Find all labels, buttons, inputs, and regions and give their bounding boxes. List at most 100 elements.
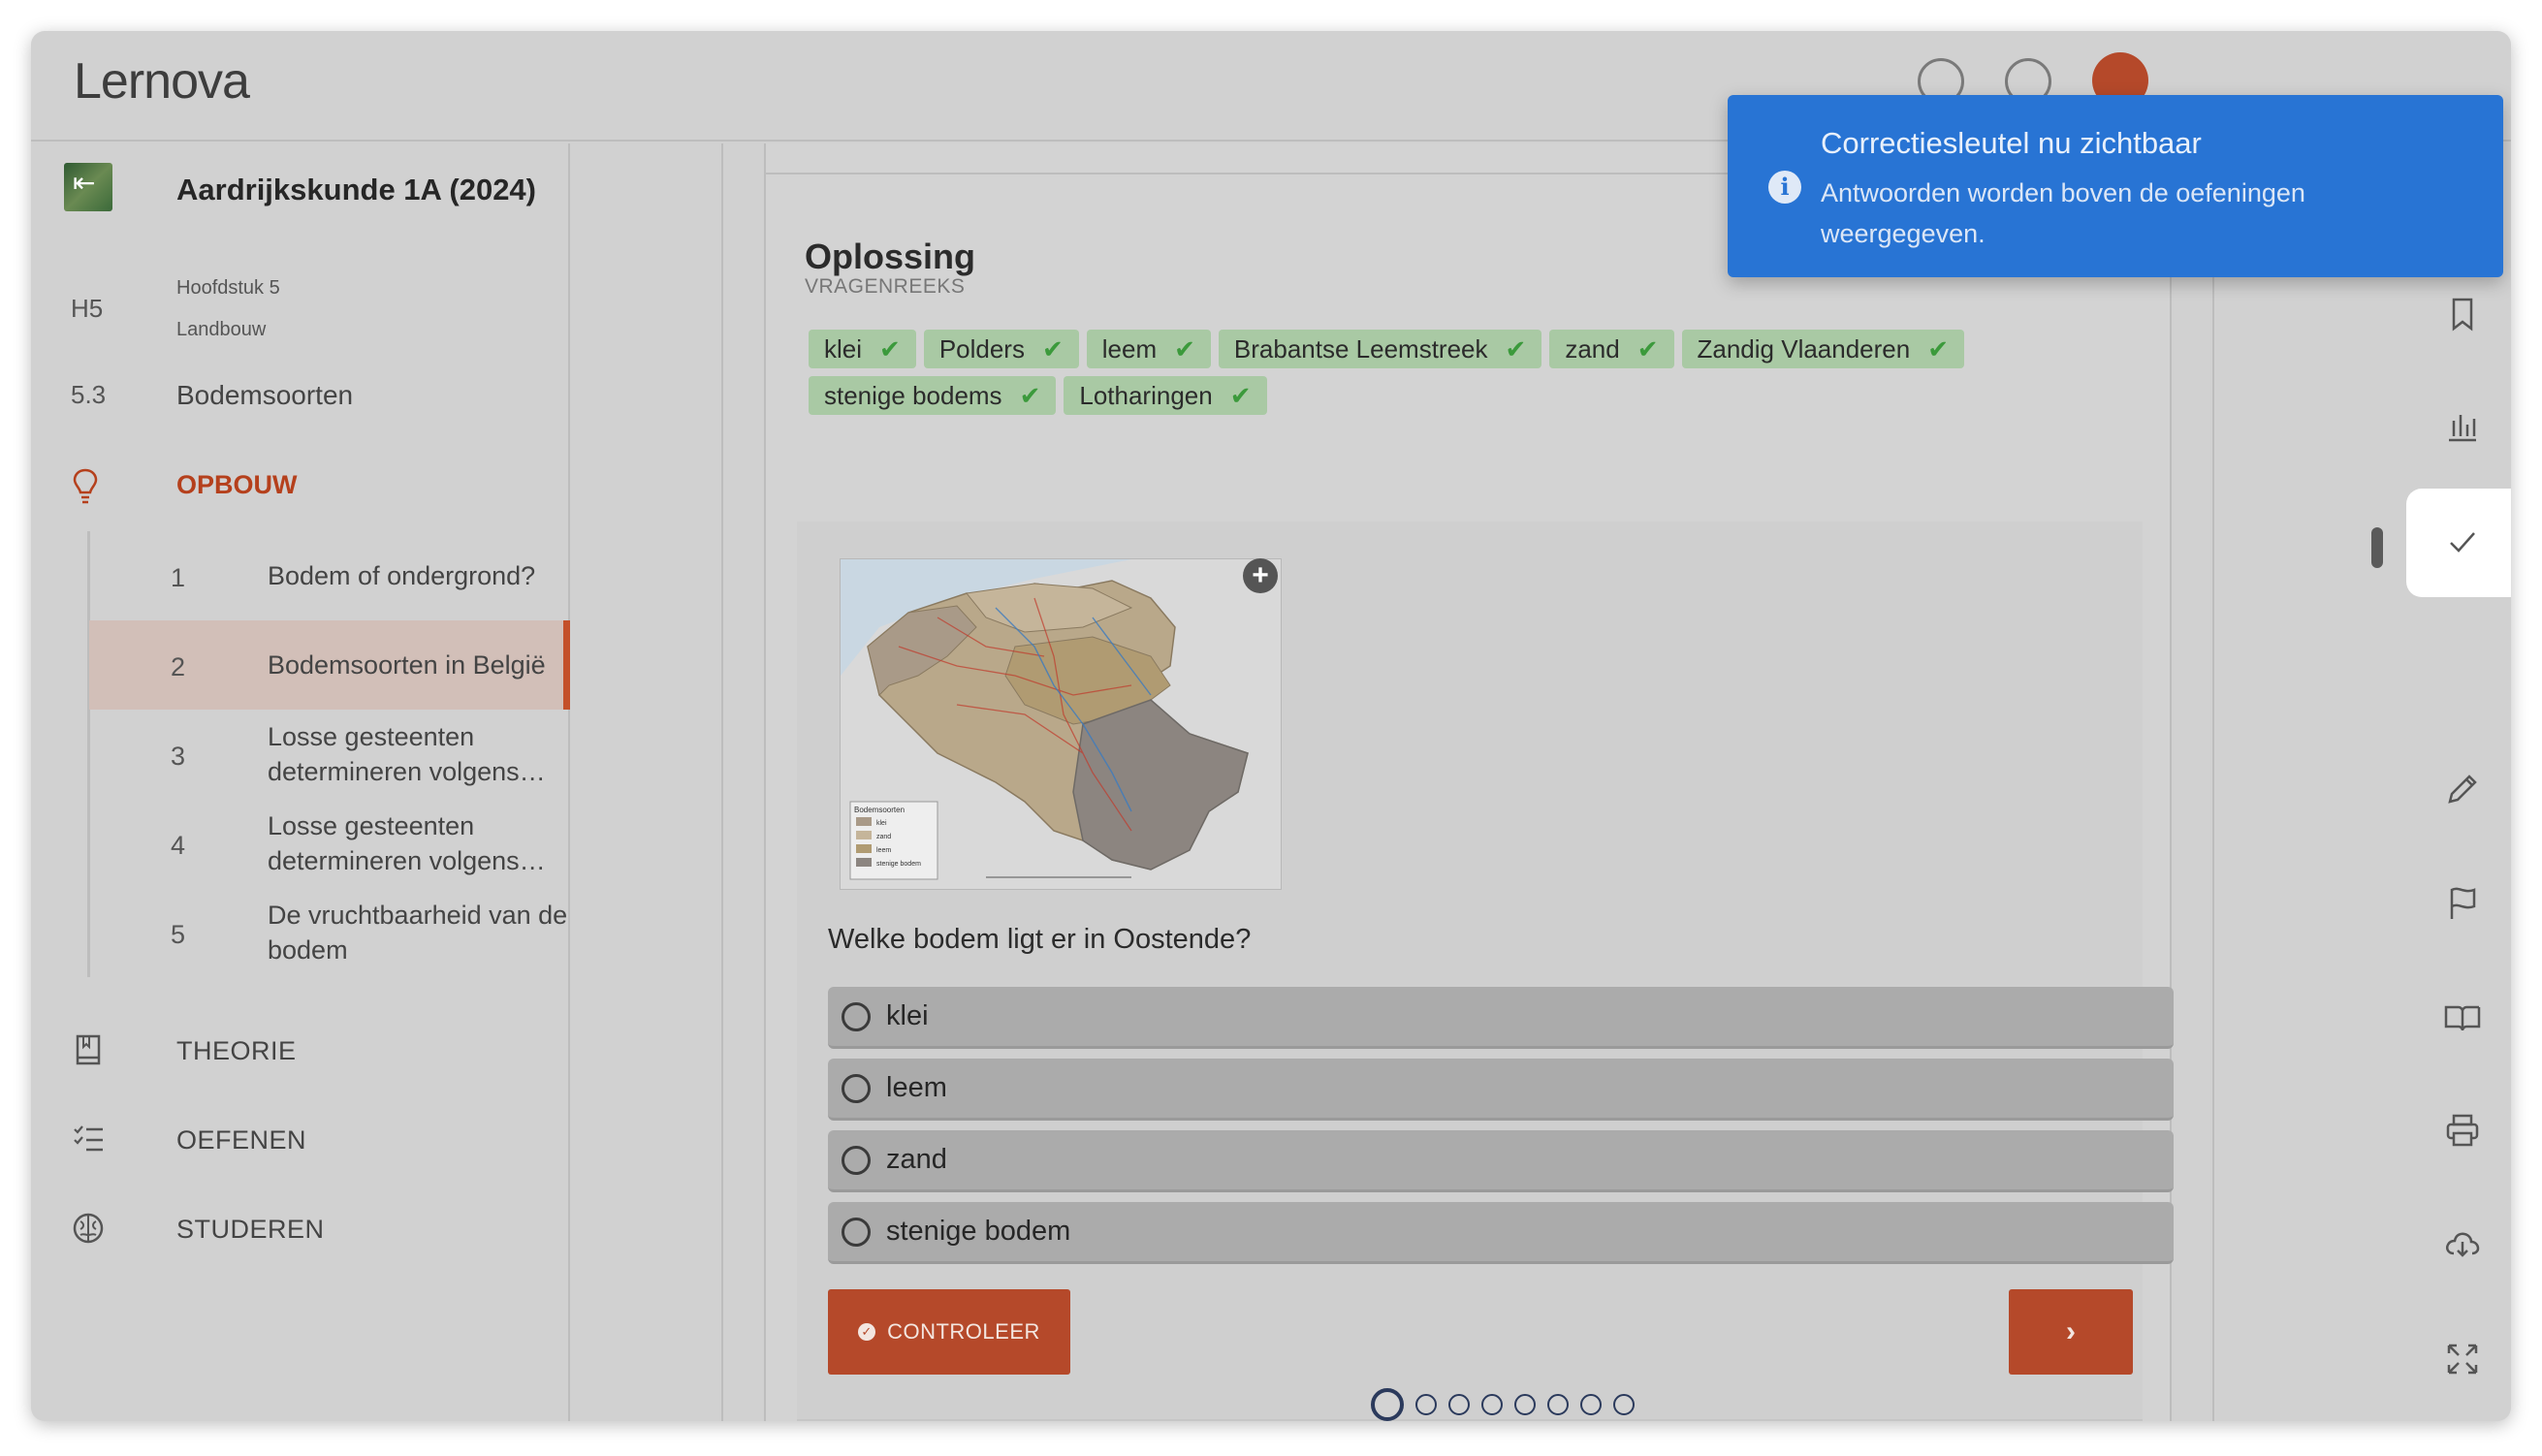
scrollbar-handle[interactable] [2371,527,2383,568]
section-title[interactable]: Bodemsoorten [176,380,353,411]
checklist-icon [74,1125,103,1152]
app-window: Lernova ⇤ Aardrijkskunde 1A (2024) H5 Ho… [31,31,2511,1421]
answer-chips: klei ✔ Polders ✔ leem ✔ Brabantse Leemstree… [809,330,2069,415]
sub-item-label: Bodem of ondergrond? [268,561,536,590]
map-legend-item: stenige bodem [876,861,921,868]
book-icon [76,1034,101,1065]
chapter-name: Landbouw [176,319,267,340]
open-book-icon[interactable] [2441,997,2484,1039]
section-code: 5.3 [71,380,107,409]
pagination-dot[interactable] [1514,1394,1536,1415]
right-toolbar [2366,143,2511,1421]
expand-icon[interactable] [2441,1338,2484,1380]
option-leem[interactable]: leem [828,1059,2174,1121]
pagination-dot[interactable] [1547,1394,1569,1415]
logo[interactable]: Lernova [74,52,250,111]
check-circle-icon: ✓ [858,1323,876,1341]
map-legend-title: Bodemsoorten [854,806,905,814]
course-header[interactable]: ⇤ Aardrijkskunde 1A (2024) [31,143,570,237]
zoom-in-icon[interactable]: + [1243,558,1278,593]
toast-body: Antwoorden worden boven de oefeningen we… [1821,178,2305,248]
chapter-code: H5 [71,294,104,323]
sub-item-number: 2 [171,652,186,681]
check-icon: ✔ [1019,380,1041,410]
nav-oefenen[interactable]: OEFENEN [31,1111,570,1169]
check-icon: ✔ [1229,380,1252,410]
belgium-soil-map[interactable]: Bodemsoorten klei zand leem stenige bode… [840,558,1282,890]
option-zand[interactable]: zand [828,1130,2174,1192]
check-icon: ✔ [879,333,901,364]
chip-label: leem [1101,333,1158,364]
map-legend-item: klei [876,820,887,827]
cloud-download-icon[interactable] [2441,1223,2484,1266]
chip-label: zand [1565,333,1620,364]
chip-label: Lotharingen [1079,380,1213,410]
chevron-right-icon: › [2066,1315,2076,1347]
answer-chip: Zandig Vlaanderen ✔ [1681,330,1965,368]
bookmark-icon[interactable] [2441,293,2484,335]
solution-subtitle: VRAGENREEKS [805,275,966,298]
option-label: stenige bodem [886,1216,1071,1247]
sub-item-label: De vruchtbaarheid van de bodem [268,901,568,965]
check-icon[interactable] [2441,522,2484,564]
sub-item-1[interactable]: 1 Bodem of ondergrond? [89,531,570,620]
option-klei[interactable]: klei [828,987,2174,1049]
toast-notification[interactable]: i Correctiesleutel nu zichtbaar Antwoord… [1728,95,2503,277]
nav-label: STUDEREN [176,1215,325,1244]
opbouw-label[interactable]: OPBOUW [176,470,298,500]
pagination-dot[interactable] [1448,1394,1470,1415]
column-divider [2212,143,2214,1421]
printer-icon[interactable] [2441,1109,2484,1152]
info-icon: i [1768,171,1801,204]
answer-chip: Lotharingen ✔ [1064,376,1267,415]
chip-label: Polders [938,333,1025,364]
pagination-dot[interactable] [1481,1394,1503,1415]
question-text: Welke bodem ligt er in Oostende? [828,924,1252,955]
answer-chip: Brabantse Leemstreek ✔ [1218,330,1542,368]
sub-item-number: 4 [171,831,186,860]
map-legend-item: leem [876,847,891,854]
nav-label: OEFENEN [176,1125,307,1155]
chip-label: Zandig Vlaanderen [1697,333,1911,364]
toast-title: Correctiesleutel nu zichtbaar [1821,126,2202,160]
sub-item-label: Bodemsoorten in België [268,650,546,680]
pagination-dots [1371,1388,1635,1421]
pagination-dot[interactable] [1415,1394,1437,1415]
nav-studeren[interactable]: STUDEREN [31,1200,570,1258]
answer-chip: stenige bodems ✔ [809,376,1057,415]
answer-chip: klei ✔ [809,330,916,368]
sub-item-5[interactable]: 5 De vruchtbaarheid van de bodem [89,888,570,977]
pagination-dot[interactable] [1371,1388,1404,1421]
check-icon: ✔ [1927,333,1950,364]
option-stenige-bodem[interactable]: stenige bodem [828,1202,2174,1264]
chip-label: Brabantse Leemstreek [1233,333,1488,364]
pagination-dot[interactable] [1613,1394,1635,1415]
brain-icon [73,1213,104,1244]
check-icon: ✔ [1636,333,1659,364]
radio-icon [842,1146,871,1175]
course-title: Aardrijkskunde 1A (2024) [176,173,537,206]
flag-icon[interactable] [2441,882,2484,925]
option-label: klei [886,1000,929,1031]
sub-item-label: Losse gesteenten determineren volgens… [268,722,546,786]
sub-item-number: 5 [171,920,186,949]
sub-item-label: Losse gesteenten determineren volgens… [268,811,546,875]
sub-item-2-active[interactable]: 2 Bodemsoorten in België [89,620,570,710]
answer-chip: Polders ✔ [923,330,1079,368]
sub-item-4[interactable]: 4 Losse gesteenten determineren volgens… [89,799,570,888]
pagination-dot[interactable] [1580,1394,1602,1415]
back-to-course-icon[interactable]: ⇤ [64,163,112,211]
next-button[interactable]: › [2009,1289,2133,1375]
logo-text: Lernova [74,53,250,110]
check-button[interactable]: ✓ CONTROLEER [828,1289,1070,1375]
chart-icon[interactable] [2441,405,2484,448]
nav-theorie[interactable]: THEORIE [31,1022,570,1080]
option-label: zand [886,1144,947,1175]
radio-icon [842,1218,871,1247]
chapter-label: Hoofdstuk 5 [176,277,280,299]
sub-item-3[interactable]: 3 Losse gesteenten determineren volgens… [89,710,570,799]
pencil-icon[interactable] [2441,768,2484,810]
answer-chip: zand ✔ [1549,330,1674,368]
check-icon: ✔ [1174,333,1195,364]
check-icon: ✔ [1505,333,1527,364]
